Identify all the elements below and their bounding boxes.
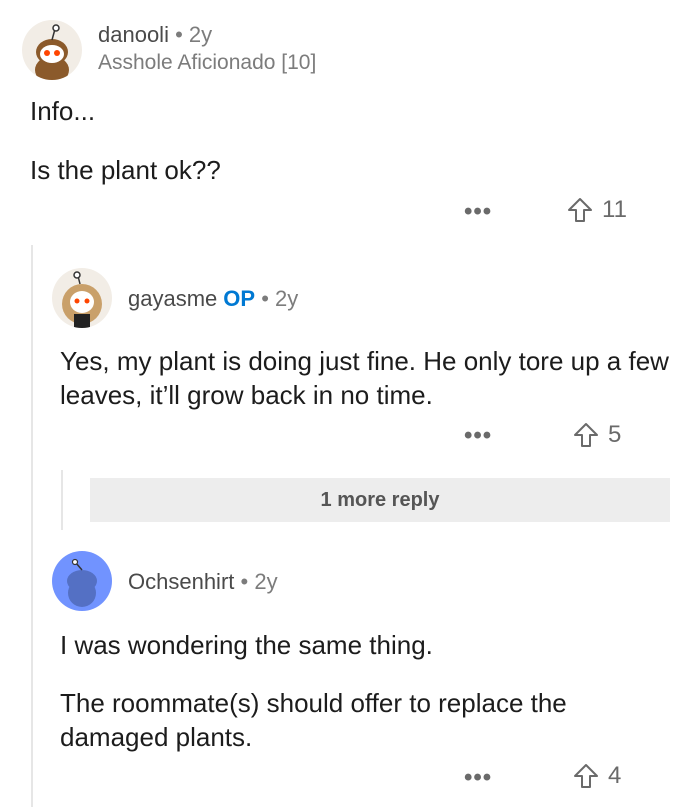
username[interactable]: gayasme OP • 2y bbox=[128, 286, 298, 312]
user-flair: Asshole Aficionado [10] bbox=[98, 51, 317, 74]
vote-count: 4 bbox=[608, 762, 622, 789]
separator: • bbox=[261, 286, 269, 311]
snoo-avatar-icon bbox=[35, 24, 69, 80]
more-options-icon[interactable]: ••• bbox=[464, 422, 492, 450]
username-text[interactable]: danooli bbox=[98, 22, 169, 47]
comment-age: 2y bbox=[188, 22, 213, 47]
more-replies-button[interactable]: 1 more reply bbox=[90, 478, 670, 522]
upvote-button[interactable]: 5 bbox=[572, 421, 621, 449]
username-text[interactable]: gayasme bbox=[128, 286, 217, 311]
more-options-icon[interactable]: ••• bbox=[464, 198, 492, 226]
comment-paragraph: Info... bbox=[30, 96, 96, 126]
comment-paragraph: Is the plant ok?? bbox=[30, 155, 221, 185]
comment-paragraph: I was wondering the same thing. bbox=[60, 630, 433, 660]
more-options-icon[interactable]: ••• bbox=[464, 764, 492, 792]
avatar[interactable] bbox=[22, 20, 82, 80]
upvote-button[interactable]: 4 bbox=[572, 762, 621, 790]
thread-line-nested[interactable] bbox=[61, 470, 63, 530]
upvote-button[interactable]: 11 bbox=[566, 196, 627, 224]
snoo-avatar-icon bbox=[62, 271, 102, 328]
vote-count: 11 bbox=[602, 196, 627, 223]
snoo-avatar-icon bbox=[67, 558, 97, 607]
comment-age: 2y bbox=[275, 286, 299, 311]
op-badge: OP bbox=[223, 286, 256, 311]
separator: • bbox=[240, 569, 249, 594]
comment-age: 2y bbox=[254, 569, 278, 594]
upvote-arrow-icon bbox=[574, 423, 598, 447]
username[interactable]: danooli • 2y bbox=[98, 22, 212, 48]
thread-line[interactable] bbox=[31, 245, 33, 807]
comment-paragraph: The roommate(s) should offer to replace … bbox=[60, 688, 567, 752]
username-text[interactable]: Ochsenhirt bbox=[128, 569, 234, 594]
upvote-arrow-icon bbox=[574, 764, 598, 788]
avatar[interactable] bbox=[52, 551, 112, 611]
vote-count: 5 bbox=[608, 421, 622, 448]
avatar[interactable] bbox=[52, 268, 112, 328]
comment-paragraph: Yes, my plant is doing just fine. He onl… bbox=[60, 346, 669, 410]
username[interactable]: Ochsenhirt • 2y bbox=[128, 569, 278, 595]
upvote-arrow-icon bbox=[568, 198, 592, 222]
separator: • bbox=[175, 22, 183, 47]
